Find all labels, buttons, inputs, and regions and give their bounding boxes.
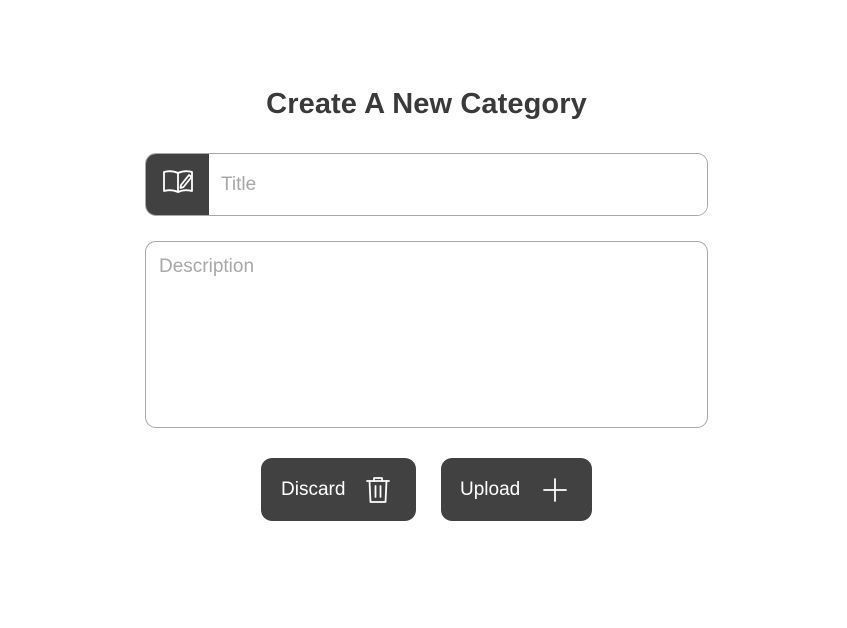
book-edit-icon <box>162 168 194 201</box>
upload-button[interactable]: Upload <box>441 458 592 521</box>
plus-icon <box>542 477 568 503</box>
create-category-page: Create A New Category Discard <box>0 0 847 628</box>
title-input[interactable] <box>209 154 707 215</box>
description-textarea[interactable] <box>145 241 708 428</box>
discard-button-label: Discard <box>281 478 346 500</box>
trash-icon <box>365 476 391 504</box>
page-title: Create A New Category <box>266 88 587 120</box>
discard-button[interactable]: Discard <box>261 458 416 521</box>
upload-button-label: Upload <box>460 478 521 500</box>
title-icon-box <box>146 154 209 215</box>
title-input-group <box>145 153 708 216</box>
